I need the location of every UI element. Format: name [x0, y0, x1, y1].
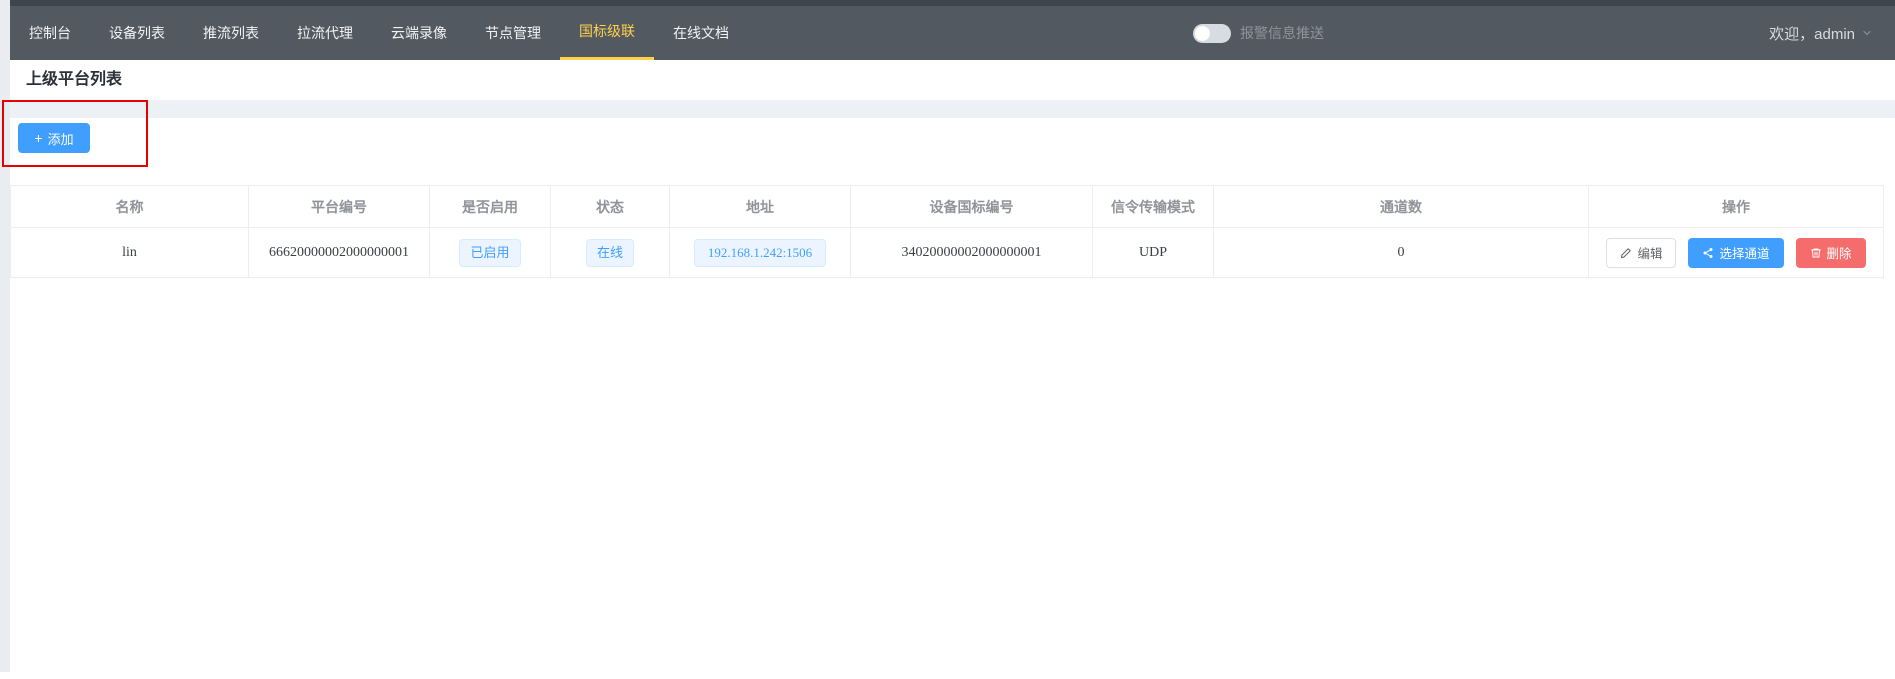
cell-channel-count: 0	[1214, 228, 1589, 278]
nav-tab-pull-proxy[interactable]: 拉流代理	[278, 6, 372, 60]
nav-tab-node-manage[interactable]: 节点管理	[466, 6, 560, 60]
table-header-row: 名称 平台编号 是否启用 状态 地址 设备国标编号 信令传输模式 通道数 操作	[11, 186, 1884, 228]
share-icon	[1702, 247, 1714, 259]
col-header-address: 地址	[670, 186, 851, 228]
delete-button-label: 删除	[1827, 243, 1852, 262]
user-menu[interactable]: 欢迎，admin	[1769, 6, 1873, 60]
address-tag: 192.168.1.242:1506	[694, 239, 826, 267]
cell-status: 在线	[551, 228, 670, 278]
select-channel-button[interactable]: 选择通道	[1688, 238, 1783, 268]
delete-button[interactable]: 删除	[1796, 238, 1866, 268]
nav-tab-online-docs[interactable]: 在线文档	[654, 6, 748, 60]
add-button-label: 添加	[48, 129, 74, 148]
cell-address: 192.168.1.242:1506	[670, 228, 851, 278]
page-title: 上级平台列表	[10, 60, 1895, 100]
select-channel-label: 选择通道	[1719, 243, 1769, 262]
nav-tab-device-list[interactable]: 设备列表	[90, 6, 184, 60]
alarm-push-label: 报警信息推送	[1240, 23, 1324, 43]
cell-operations: 编辑 选择通道 删除	[1589, 228, 1884, 278]
pencil-icon	[1620, 247, 1632, 259]
enabled-tag: 已启用	[459, 239, 520, 267]
col-header-transport-mode: 信令传输模式	[1093, 186, 1214, 228]
platform-table: 名称 平台编号 是否启用 状态 地址 设备国标编号 信令传输模式 通道数 操作 …	[10, 185, 1884, 278]
nav-tabs: 控制台 设备列表 推流列表 拉流代理 云端录像 节点管理 国标级联 在线文档	[10, 6, 748, 60]
nav-tab-push-list[interactable]: 推流列表	[184, 6, 278, 60]
add-button[interactable]: + 添加	[18, 123, 90, 153]
col-header-enabled: 是否启用	[430, 186, 551, 228]
toggle-knob-icon	[1195, 26, 1210, 41]
section-divider-band	[10, 100, 1895, 118]
title-bar: 上级平台列表	[10, 60, 1895, 100]
cell-platform-id: 66620000002000000001	[249, 228, 430, 278]
nav-tab-cloud-record[interactable]: 云端录像	[372, 6, 466, 60]
plus-icon: +	[34, 131, 42, 145]
edit-button[interactable]: 编辑	[1606, 238, 1676, 268]
nav-tab-gb-cascade[interactable]: 国标级联	[560, 6, 654, 60]
col-header-name: 名称	[11, 186, 249, 228]
col-header-status: 状态	[551, 186, 670, 228]
cell-name: lin	[11, 228, 249, 278]
nav-tab-console[interactable]: 控制台	[10, 6, 90, 60]
cell-device-gb-id: 34020000002000000001	[851, 228, 1093, 278]
trash-icon	[1810, 247, 1822, 259]
alarm-push-group: 报警信息推送	[1193, 6, 1324, 60]
alarm-push-toggle[interactable]	[1193, 24, 1231, 43]
row-actions: 编辑 选择通道 删除	[1589, 238, 1883, 268]
table-row: lin 66620000002000000001 已启用 在线 192.168.…	[11, 228, 1884, 278]
cell-transport-mode: UDP	[1093, 228, 1214, 278]
welcome-text: 欢迎，admin	[1769, 23, 1855, 44]
chevron-down-icon	[1861, 27, 1873, 39]
left-gutter	[0, 0, 10, 672]
cell-enabled: 已启用	[430, 228, 551, 278]
edit-button-label: 编辑	[1637, 243, 1662, 262]
col-header-channel-count: 通道数	[1214, 186, 1589, 228]
status-tag: 在线	[586, 239, 634, 267]
top-navbar: 控制台 设备列表 推流列表 拉流代理 云端录像 节点管理 国标级联 在线文档 报…	[10, 6, 1895, 60]
col-header-device-gb-id: 设备国标编号	[851, 186, 1093, 228]
page: 控制台 设备列表 推流列表 拉流代理 云端录像 节点管理 国标级联 在线文档 报…	[0, 0, 1895, 679]
col-header-operations: 操作	[1589, 186, 1884, 228]
col-header-platform-id: 平台编号	[249, 186, 430, 228]
